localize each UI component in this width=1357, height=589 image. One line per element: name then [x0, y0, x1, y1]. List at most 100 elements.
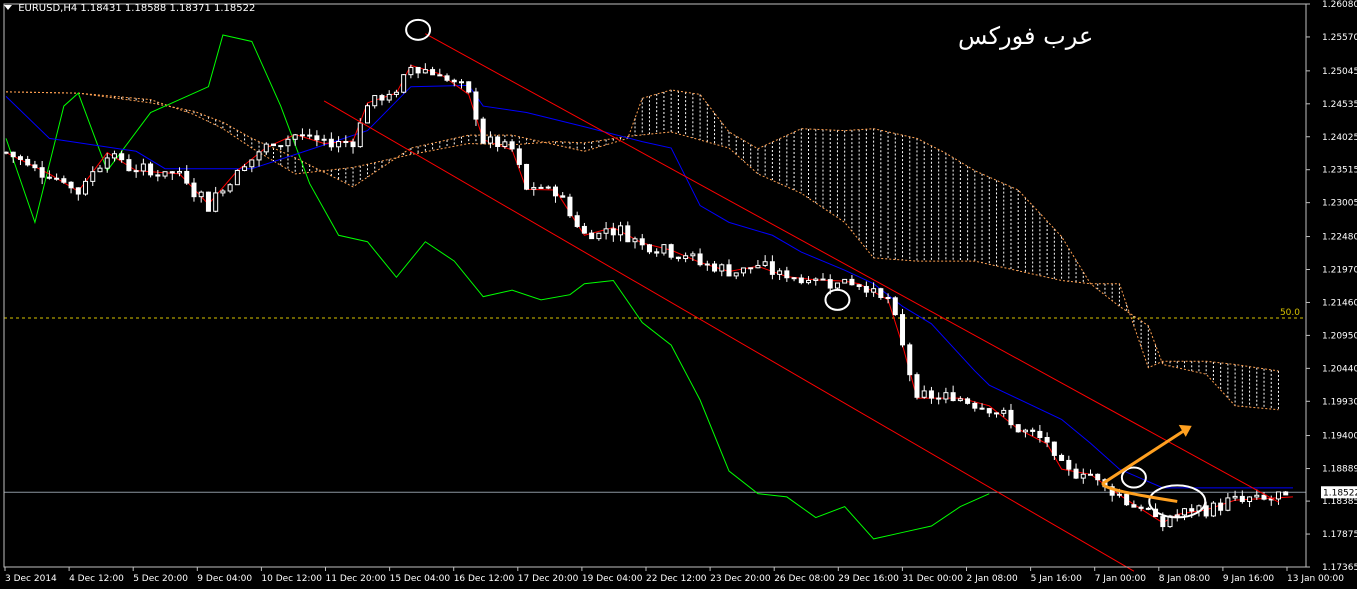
dropdown-triangle-icon[interactable]	[4, 5, 12, 10]
candle-body	[430, 69, 436, 76]
plot-frame	[3, 3, 1307, 568]
candle-body	[458, 81, 464, 84]
candle-body	[1189, 508, 1195, 512]
brand-watermark: عرب فوركس	[958, 22, 1094, 50]
overlay-objects	[323, 18, 1279, 572]
candle-body	[856, 284, 862, 287]
candle-body	[148, 163, 154, 176]
candle-body	[1254, 494, 1260, 498]
candle-body	[314, 135, 320, 141]
candle-body	[806, 279, 812, 284]
candle-body	[278, 145, 284, 148]
candle-body	[1037, 430, 1043, 438]
candle-body	[957, 398, 963, 402]
candle-body	[350, 141, 356, 148]
candle-body	[205, 191, 211, 212]
candle-body	[1124, 493, 1130, 506]
candle-body	[1160, 516, 1166, 528]
candle-body	[755, 264, 761, 269]
candle-body	[372, 95, 378, 107]
candle-body	[1059, 454, 1065, 461]
y-tick-label: 1.24025	[1322, 133, 1357, 143]
y-tick-label: 1.22480	[1322, 233, 1357, 243]
x-tick-label: 3 Dec 2014	[5, 574, 57, 584]
candle-body	[1131, 504, 1137, 508]
annotation-ellipse	[824, 288, 851, 311]
candle-body	[712, 263, 718, 272]
candle-body	[1138, 506, 1144, 509]
x-tick-label: 5 Jan 16:00	[1031, 574, 1083, 584]
candle-body	[155, 174, 161, 177]
y-tick-label: 1.17875	[1322, 530, 1357, 540]
candle-body	[668, 244, 674, 258]
candle-body	[777, 270, 783, 275]
candle-body	[849, 278, 855, 286]
candle-body	[263, 143, 269, 153]
candle-body	[697, 253, 703, 266]
candle-body	[480, 118, 486, 144]
candle-body	[162, 171, 168, 177]
candle-body	[834, 282, 840, 289]
candle-body	[567, 196, 573, 217]
candle-body	[618, 225, 624, 236]
candle-body	[39, 167, 45, 178]
candle-body	[487, 136, 493, 144]
x-tick-label: 2 Jan 08:00	[967, 574, 1019, 584]
candle-body	[126, 159, 132, 172]
chikou-span-line	[5, 34, 990, 540]
candle-body	[415, 66, 421, 74]
candle-body	[596, 232, 602, 240]
y-tick-label: 1.17365	[1322, 563, 1357, 573]
candle-body	[75, 187, 81, 195]
candle-body	[386, 93, 392, 101]
candle-body	[1095, 473, 1101, 481]
candle-body	[169, 171, 175, 174]
y-tick-label: 1.24535	[1322, 100, 1357, 110]
y-tick-label: 1.20950	[1322, 331, 1357, 341]
candle-body	[1203, 505, 1209, 517]
x-tick-label: 23 Dec 20:00	[710, 574, 771, 584]
candle-body	[842, 278, 848, 284]
candle-body	[661, 244, 667, 254]
chart[interactable]: 50.0 1.26080 1.25570 1.25045 1.24535 1.24025…	[0, 0, 1357, 589]
candle-body	[733, 272, 739, 277]
candle-body	[921, 390, 927, 398]
candle-body	[748, 267, 754, 270]
chart-header: EURUSD,H4 1.18431 1.18588 1.18371 1.1852…	[4, 3, 255, 14]
y-tick-label: 1.19400	[1322, 432, 1357, 442]
candle-body	[914, 374, 920, 398]
candle-body	[979, 407, 985, 410]
candle-body	[46, 176, 52, 179]
candle-body	[444, 75, 450, 81]
candle-body	[328, 138, 334, 148]
candle-body	[885, 296, 891, 299]
candle-body	[191, 182, 197, 198]
x-tick-label: 9 Dec 04:00	[197, 574, 252, 584]
candle-body	[393, 91, 399, 95]
candle-body	[639, 238, 645, 246]
y-tick-label: 1.18889	[1322, 465, 1357, 475]
annotation-ellipse	[1120, 466, 1147, 489]
candle-body	[581, 225, 587, 234]
candle-body	[119, 153, 125, 161]
candle-body	[234, 169, 240, 186]
candle-body	[10, 151, 16, 158]
candle-body	[83, 180, 89, 195]
y-tick-label: 1.23515	[1322, 166, 1357, 176]
candle-body	[524, 163, 530, 190]
candle-body	[589, 232, 595, 240]
x-tick-label: 29 Dec 16:00	[838, 574, 899, 584]
candle-body	[1088, 473, 1093, 476]
candle-body	[198, 191, 204, 198]
candle-body	[972, 402, 978, 409]
candle-body	[1218, 502, 1224, 511]
candle-body	[574, 215, 580, 227]
candle-body	[307, 134, 313, 137]
candle-body	[220, 190, 226, 194]
candle-body	[451, 79, 457, 83]
candle-body	[936, 397, 942, 400]
candle-body	[473, 91, 479, 120]
candle-body	[1116, 493, 1122, 496]
chart-canvas[interactable]: 50.0 1.26080 1.25570 1.25045 1.24535 1.24025…	[0, 0, 1357, 589]
candle-body	[1275, 491, 1281, 500]
